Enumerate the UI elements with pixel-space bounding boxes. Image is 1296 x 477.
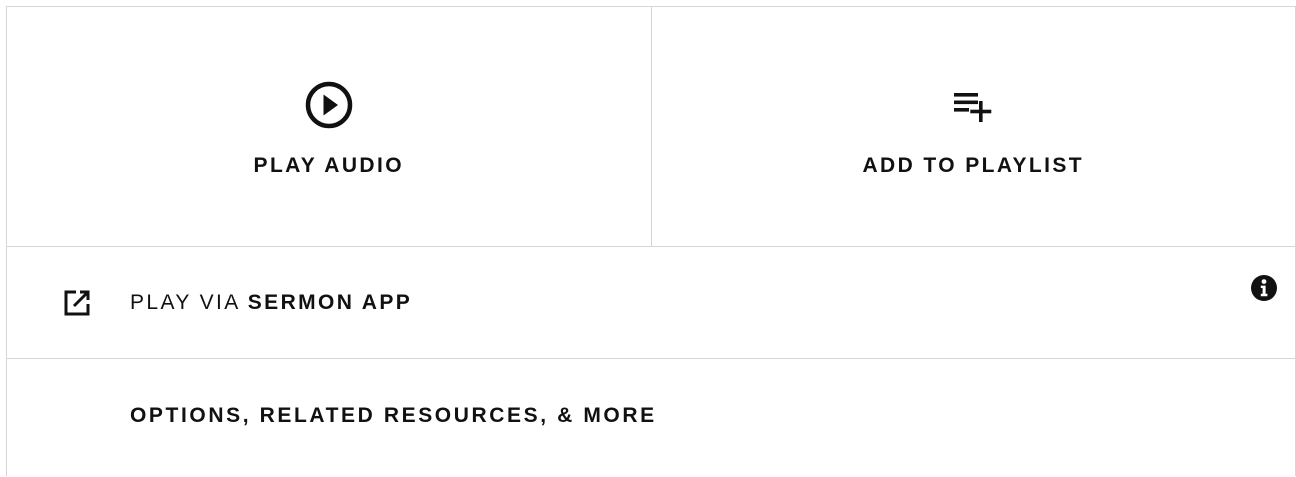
sermon-app-row[interactable]: PLAY VIA SERMON APP: [7, 247, 1295, 359]
add-to-playlist-button[interactable]: ADD TO PLAYLIST: [650, 7, 1296, 246]
play-audio-button[interactable]: PLAY AUDIO: [7, 7, 651, 246]
play-circle-icon: [303, 79, 355, 131]
sermon-app-prefix: PLAY VIA: [130, 291, 240, 314]
info-icon[interactable]: [1249, 273, 1279, 303]
sermon-app-name: SERMON APP: [247, 291, 413, 314]
media-actions-panel: PLAY AUDIO ADD TO PLAYLIST PLAY VIA SERM…: [6, 6, 1296, 476]
primary-actions-row: PLAY AUDIO ADD TO PLAYLIST: [7, 7, 1295, 247]
sermon-app-link[interactable]: PLAY VIA SERMON APP: [130, 291, 412, 315]
add-to-playlist-label: ADD TO PLAYLIST: [862, 154, 1085, 177]
more-options-row[interactable]: OPTIONS, RELATED RESOURCES, & MORE: [7, 359, 1295, 477]
more-options-label: OPTIONS, RELATED RESOURCES, & MORE: [130, 404, 657, 427]
playlist-add-icon: [947, 79, 999, 131]
external-link-icon: [61, 287, 93, 319]
play-audio-label: PLAY AUDIO: [253, 154, 404, 177]
